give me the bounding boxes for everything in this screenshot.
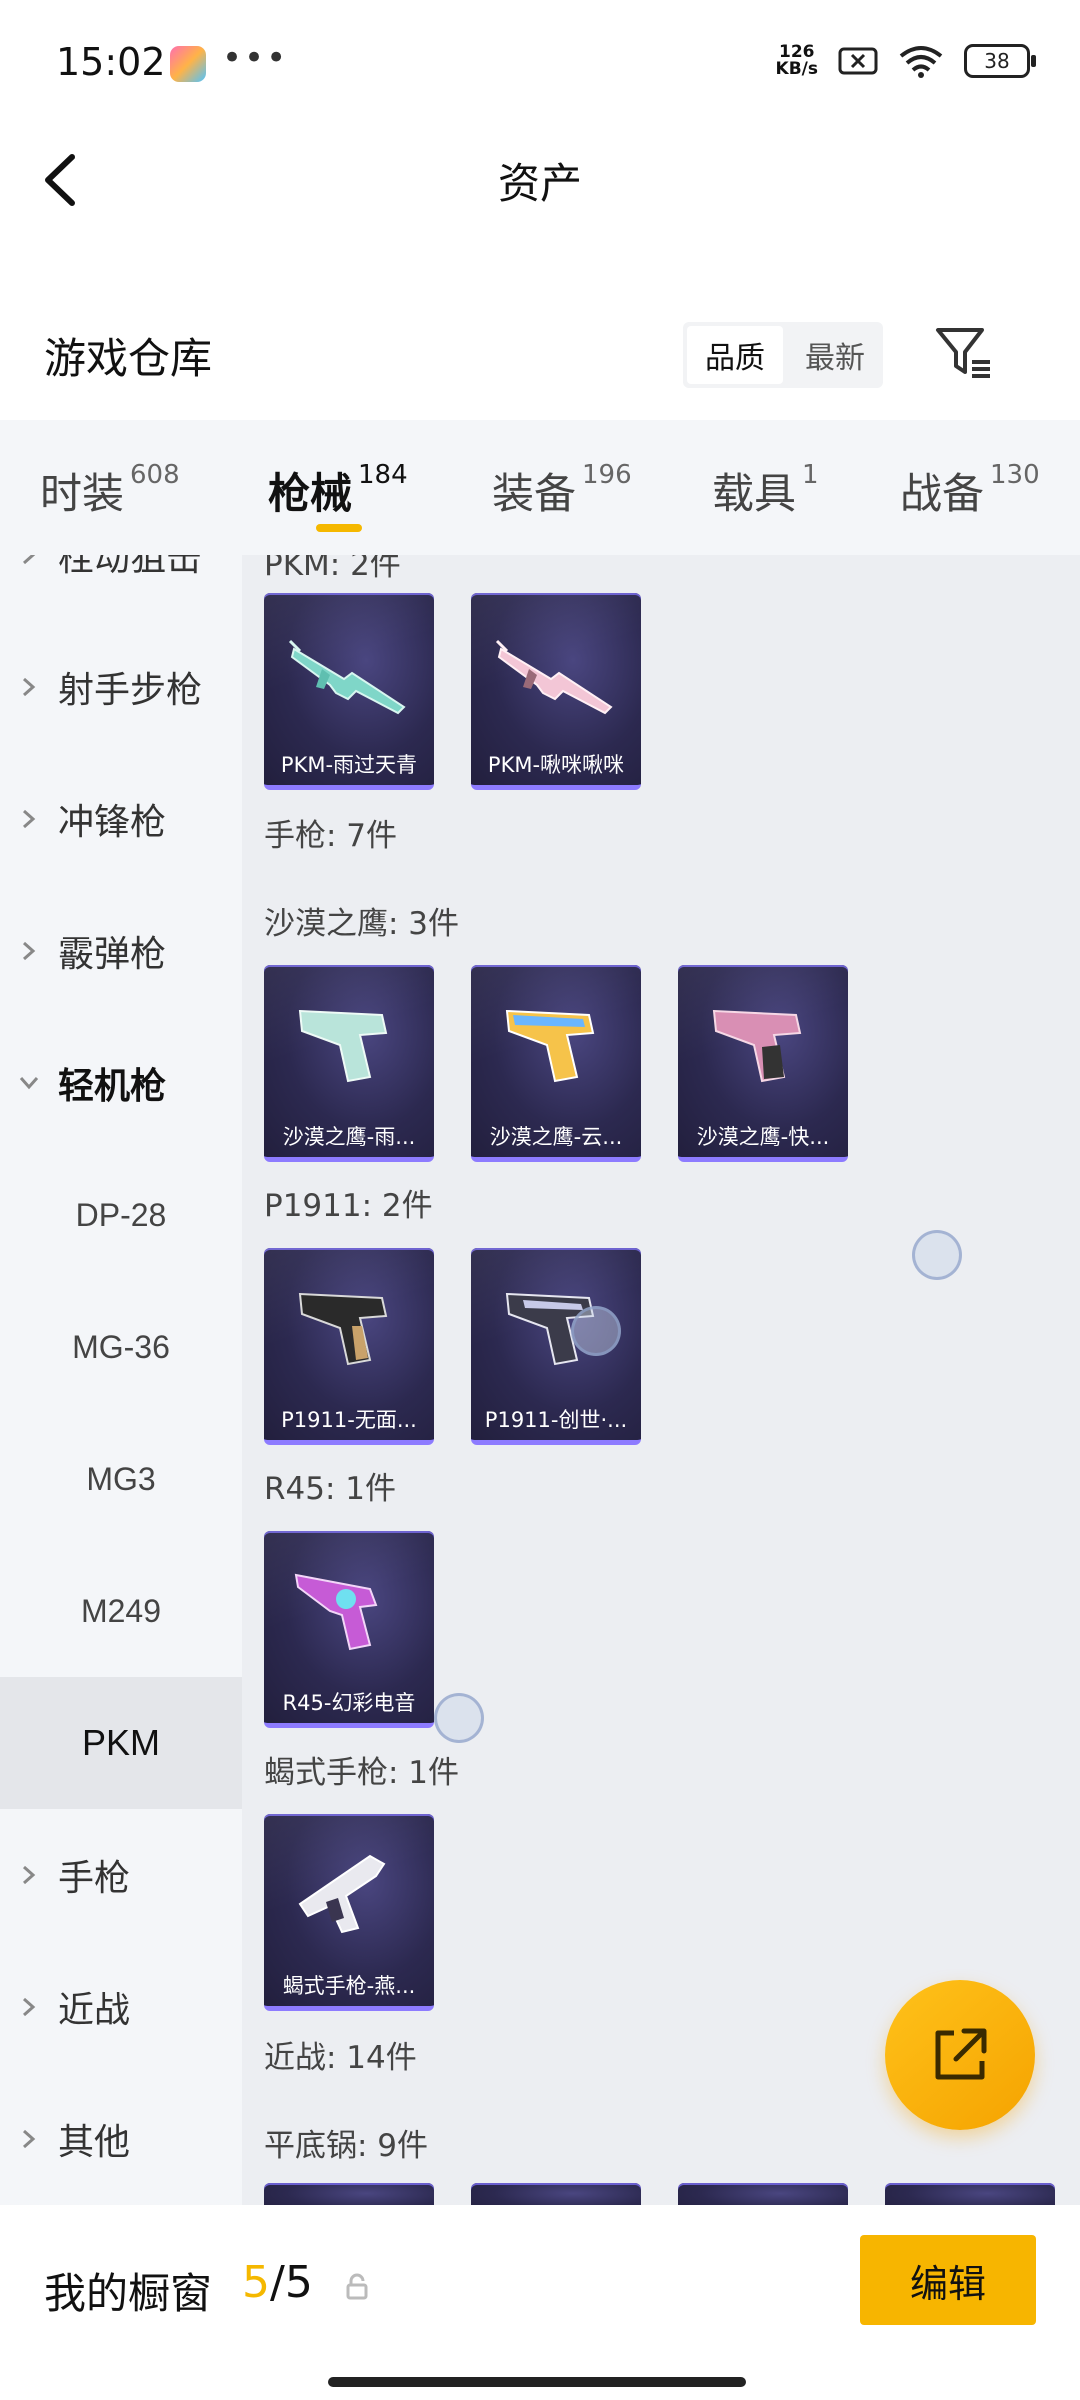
tab-supplies[interactable]: 战备 130	[900, 460, 1040, 521]
touch-indicator	[912, 1230, 962, 1280]
share-button[interactable]	[885, 1980, 1035, 2130]
group-label-frying-pan: 平底锅: 9件	[264, 2128, 429, 2164]
chevron-right-icon	[0, 1863, 58, 1887]
sidebar-subitem-pkm[interactable]: PKM	[0, 1677, 242, 1809]
skin-card[interactable]: P1911-无面...	[264, 1248, 434, 1445]
skin-card[interactable]: 沙漠之鹰-云...	[471, 965, 641, 1162]
sort-by-quality[interactable]: 品质	[687, 326, 783, 384]
more-notifications-icon: •••	[222, 38, 289, 78]
group-label-desert-eagle: 沙漠之鹰: 3件	[264, 906, 460, 942]
lock-icon	[346, 2273, 368, 2300]
sidebar-item-marksman-rifle[interactable]: 射手步枪	[0, 621, 242, 753]
skin-name: 沙漠之鹰-云...	[489, 1125, 623, 1149]
pistol-icon	[505, 1009, 595, 1083]
group-label-scorpion: 蝎式手枪: 1件	[264, 1755, 460, 1791]
tab-fashion[interactable]: 时装 608	[40, 460, 180, 521]
sidebar-item-shotgun[interactable]: 霰弹枪	[0, 885, 242, 1017]
pistol-icon	[298, 1009, 388, 1083]
skin-card[interactable]: PKM-雨过天青	[264, 593, 434, 790]
revolver-icon	[294, 1573, 378, 1651]
skin-name: P1911-创世·...	[484, 1408, 628, 1432]
chevron-right-icon	[0, 555, 58, 567]
battery-indicator: 38	[964, 44, 1036, 78]
skin-card[interactable]	[471, 2183, 641, 2205]
showcase-bar: 我的橱窗 5/5 编辑	[0, 2205, 1080, 2400]
sidebar-subitem-dp28[interactable]: DP-28	[0, 1149, 242, 1281]
skin-card[interactable]	[678, 2183, 848, 2205]
sidebar-item-smg[interactable]: 冲锋枪	[0, 753, 242, 885]
sidebar-item-pistol[interactable]: 手枪	[0, 1809, 242, 1941]
sidebar-item-bolt-sniper[interactable]: 栓动狙击	[0, 555, 242, 621]
skin-card[interactable]	[264, 2183, 434, 2205]
page-title: 资产	[497, 159, 582, 208]
sidebar-item-melee[interactable]: 近战	[0, 1941, 242, 2073]
skin-name: 沙漠之鹰-快...	[696, 1125, 830, 1149]
pistol-icon	[298, 1292, 388, 1366]
sidebar-subitem-mg3[interactable]: MG3	[0, 1413, 242, 1545]
sidebar-item-other[interactable]: 其他	[0, 2073, 242, 2205]
sidebar-subitem-m249[interactable]: M249	[0, 1545, 242, 1677]
sidebar-subitem-mg36[interactable]: MG-36	[0, 1281, 242, 1413]
skin-name: 蝎式手枪-燕...	[282, 1974, 416, 1998]
group-label-p1911: P1911: 2件	[264, 1188, 433, 1224]
skin-name: PKM-雨过天青	[280, 753, 418, 777]
tab-equipment[interactable]: 装备 196	[492, 460, 632, 521]
skin-card[interactable]	[885, 2183, 1055, 2205]
group-label-r45: R45: 1件	[264, 1471, 397, 1507]
skin-card[interactable]: 沙漠之鹰-雨...	[264, 965, 434, 1162]
chevron-right-icon	[0, 675, 58, 699]
sim-off-icon	[838, 47, 878, 75]
category-tabs: 时装 608 枪械 184 装备 196 载具 1 战备 130	[0, 420, 1080, 555]
smg-pistol-icon	[298, 1854, 386, 1934]
active-tab-indicator	[316, 524, 362, 532]
chevron-down-icon	[0, 1074, 58, 1092]
chevron-right-icon	[0, 939, 58, 963]
sort-toggle: 品质 最新	[683, 322, 883, 388]
home-indicator[interactable]	[328, 2377, 746, 2387]
filter-button[interactable]	[932, 320, 996, 384]
machine-gun-icon	[495, 639, 613, 715]
wifi-icon	[899, 46, 943, 78]
warehouse-title: 游戏仓库	[44, 334, 213, 383]
touch-indicator	[434, 1693, 484, 1743]
chevron-right-icon	[0, 807, 58, 831]
skin-list: PKM: 2件 PKM-雨过天青 PKM-啾咪啾咪 手枪: 7件 沙漠之鹰: 3…	[242, 555, 1080, 2205]
tab-firearms[interactable]: 枪械 184	[268, 460, 408, 521]
status-indicators: 126 KB/s 38	[775, 42, 1036, 79]
group-label-melee: 近战: 14件	[264, 2040, 417, 2076]
weapon-type-sidebar: 栓动狙击 射手步枪 冲锋枪 霰弹枪 轻机枪 DP-28 MG-36 MG3 M2…	[0, 555, 242, 2205]
status-bar: 15:02 ••• 126 KB/s 38	[0, 0, 1080, 130]
skin-name: R45-幻彩电音	[282, 1691, 416, 1715]
skin-card[interactable]: PKM-啾咪啾咪	[471, 593, 641, 790]
skin-name: P1911-无面...	[281, 1408, 417, 1432]
group-label-pistol: 手枪: 7件	[264, 818, 398, 854]
skin-card[interactable]: 沙漠之鹰-快...	[678, 965, 848, 1162]
filter-icon	[936, 328, 990, 378]
pistol-icon	[712, 1009, 802, 1083]
game-app-icon	[170, 46, 206, 82]
machine-gun-icon	[288, 639, 406, 715]
touch-indicator	[571, 1306, 621, 1356]
skin-card[interactable]: 蝎式手枪-燕...	[264, 1814, 434, 2011]
network-speed: 126 KB/s	[775, 42, 818, 79]
skin-card[interactable]: R45-幻彩电音	[264, 1531, 434, 1728]
skin-name: 沙漠之鹰-雨...	[282, 1125, 416, 1149]
status-time: 15:02	[56, 40, 166, 84]
chevron-right-icon	[0, 2127, 58, 2151]
edit-button[interactable]: 编辑	[860, 2235, 1036, 2325]
skin-name: PKM-啾咪啾咪	[487, 753, 625, 777]
external-link-icon	[935, 2028, 987, 2080]
tab-vehicles[interactable]: 载具 1	[712, 460, 819, 521]
sort-by-newest[interactable]: 最新	[787, 322, 883, 388]
showcase-title: 我的橱窗	[44, 2269, 213, 2318]
sidebar-item-lmg[interactable]: 轻机枪	[0, 1017, 242, 1149]
group-label-pkm: PKM: 2件	[264, 555, 401, 583]
showcase-count: 5/5	[242, 2257, 313, 2308]
chevron-right-icon	[0, 1995, 58, 2019]
